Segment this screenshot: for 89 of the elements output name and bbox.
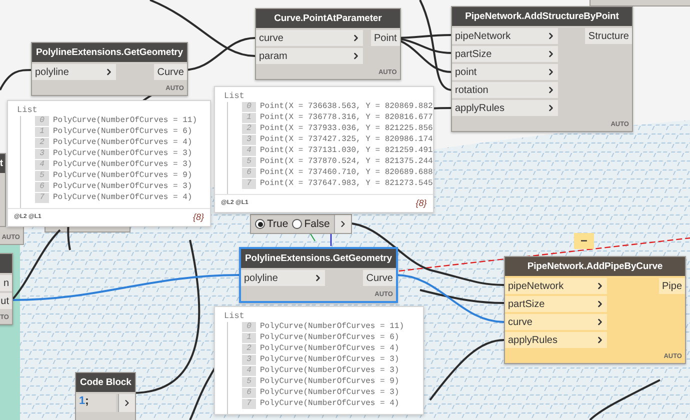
list-item: Point(X = 737647.983, Y = 821273.545 <box>260 179 433 189</box>
list-item: Point(X = 737870.524, Y = 821375.244 <box>260 157 433 167</box>
item-count: {8} <box>416 198 427 208</box>
input-port[interactable]: param <box>256 48 363 64</box>
list-index: 3 <box>242 135 256 145</box>
list-header: List <box>223 90 246 102</box>
list-item: Point(X = 737933.036, Y = 821225.856 <box>260 124 433 134</box>
list-index: 3 <box>242 355 256 365</box>
list-item: PolyCurve(NumberOfCurves = 3) <box>260 355 400 365</box>
list-item: PolyCurve(NumberOfCurves = 4) <box>260 399 400 409</box>
chevron-icon <box>313 273 323 283</box>
output-port[interactable]: ut <box>0 293 12 309</box>
input-port[interactable]: pipeNetwork <box>452 28 558 44</box>
list-index: 1 <box>242 113 256 123</box>
input-port[interactable]: applyRules <box>505 332 607 348</box>
list-index: 4 <box>35 160 49 170</box>
output-port[interactable]: Point <box>371 30 400 46</box>
input-port[interactable]: curve <box>256 30 363 46</box>
input-port[interactable]: point <box>452 64 558 80</box>
input-port[interactable]: polyline <box>32 64 116 80</box>
list-item: Point(X = 736638.563, Y = 820869.882 <box>260 102 433 112</box>
list-index: 6 <box>35 182 49 192</box>
warning-badge[interactable]: – <box>574 233 594 249</box>
list-item: PolyCurve(NumberOfCurves = 4) <box>260 344 400 354</box>
list-index: 5 <box>242 377 256 387</box>
list-item: PolyCurve(NumberOfCurves = 11) <box>53 116 198 126</box>
list-header: List <box>223 310 246 322</box>
list-index: 1 <box>242 333 256 343</box>
output-port[interactable]: Curve <box>363 270 396 286</box>
node-title: Code Block <box>76 373 136 392</box>
output-port[interactable]: Curve <box>154 64 187 80</box>
list-item: Point(X = 737427.325, Y = 820986.174 <box>260 135 433 145</box>
list-index: 7 <box>242 399 256 409</box>
input-port[interactable]: polyline <box>241 270 325 286</box>
list-index: 5 <box>35 171 49 181</box>
node-title: PipeNetwork.AddPipeByCurve <box>505 257 685 276</box>
list-item: PolyCurve(NumberOfCurves = 11) <box>260 322 404 332</box>
list-item: PolyCurve(NumberOfCurves = 9) <box>53 171 192 181</box>
input-port[interactable]: curve <box>505 314 607 330</box>
list-index: 0 <box>35 116 49 126</box>
input-port[interactable]: partSize <box>452 46 558 62</box>
output-port[interactable]: Pipe <box>658 278 685 294</box>
list-index: 4 <box>242 146 256 156</box>
list-item: PolyCurve(NumberOfCurves = 4) <box>53 138 192 148</box>
input-port[interactable]: rotation <box>452 82 558 98</box>
list-index: 6 <box>242 168 256 178</box>
list-index: 2 <box>242 124 256 134</box>
input-port[interactable]: pipeNetwork <box>505 278 607 294</box>
list-index: 2 <box>242 344 256 354</box>
list-index: 7 <box>242 179 256 189</box>
list-item: PolyCurve(NumberOfCurves = 3) <box>260 388 400 398</box>
list-item: PolyCurve(NumberOfCurves = 6) <box>260 333 400 343</box>
list-index: 2 <box>35 138 49 148</box>
list-item: PolyCurve(NumberOfCurves = 3) <box>53 182 192 192</box>
list-item: PolyCurve(NumberOfCurves = 4) <box>53 193 192 203</box>
list-index: 1 <box>35 127 49 137</box>
output-port-button[interactable] <box>118 394 136 412</box>
list-index: 6 <box>242 388 256 398</box>
node-title: PipeNetwork.AddStructureByPoint <box>452 7 632 26</box>
node-title: Curve.PointAtParameter <box>256 9 400 28</box>
list-item: PolyCurve(NumberOfCurves = 3) <box>260 366 400 376</box>
output-port[interactable]: Structure <box>585 28 632 44</box>
item-count: {8} <box>192 212 204 222</box>
list-header: List <box>16 104 38 116</box>
node-title: PolylineExtensions.GetGeometry <box>241 249 396 268</box>
list-index: 5 <box>242 157 256 167</box>
list-index: 0 <box>242 322 256 332</box>
output-port[interactable]: n <box>0 275 12 291</box>
code-block-node[interactable]: Code Block 1; <box>75 372 136 420</box>
list-index: 0 <box>242 102 256 112</box>
list-item: PolyCurve(NumberOfCurves = 6) <box>53 127 192 137</box>
list-item: Point(X = 737131.030, Y = 821259.491 <box>260 146 433 156</box>
node-title: PolylineExtensions.GetGeometry <box>32 43 187 62</box>
list-index: 3 <box>35 149 49 159</box>
output-port-button[interactable] <box>334 215 351 233</box>
list-index: 7 <box>35 193 49 203</box>
node[interactable]: t <box>0 153 6 227</box>
list-item: PolyCurve(NumberOfCurves = 3) <box>53 149 192 159</box>
node-title: t <box>0 154 5 173</box>
list-item: Point(X = 737460.710, Y = 820689.688 <box>260 168 433 178</box>
list-item: PolyCurve(NumberOfCurves = 3) <box>53 160 192 170</box>
input-port[interactable]: applyRules <box>452 100 558 116</box>
input-port[interactable]: partSize <box>505 296 607 312</box>
list-item: Point(X = 736778.316, Y = 820816.677 <box>260 113 433 123</box>
radio-option[interactable]: False <box>292 218 330 230</box>
radio-option[interactable]: True <box>255 218 288 230</box>
chevron-icon <box>104 67 114 77</box>
list-item: PolyCurve(NumberOfCurves = 9) <box>260 377 400 387</box>
list-index: 4 <box>242 366 256 376</box>
